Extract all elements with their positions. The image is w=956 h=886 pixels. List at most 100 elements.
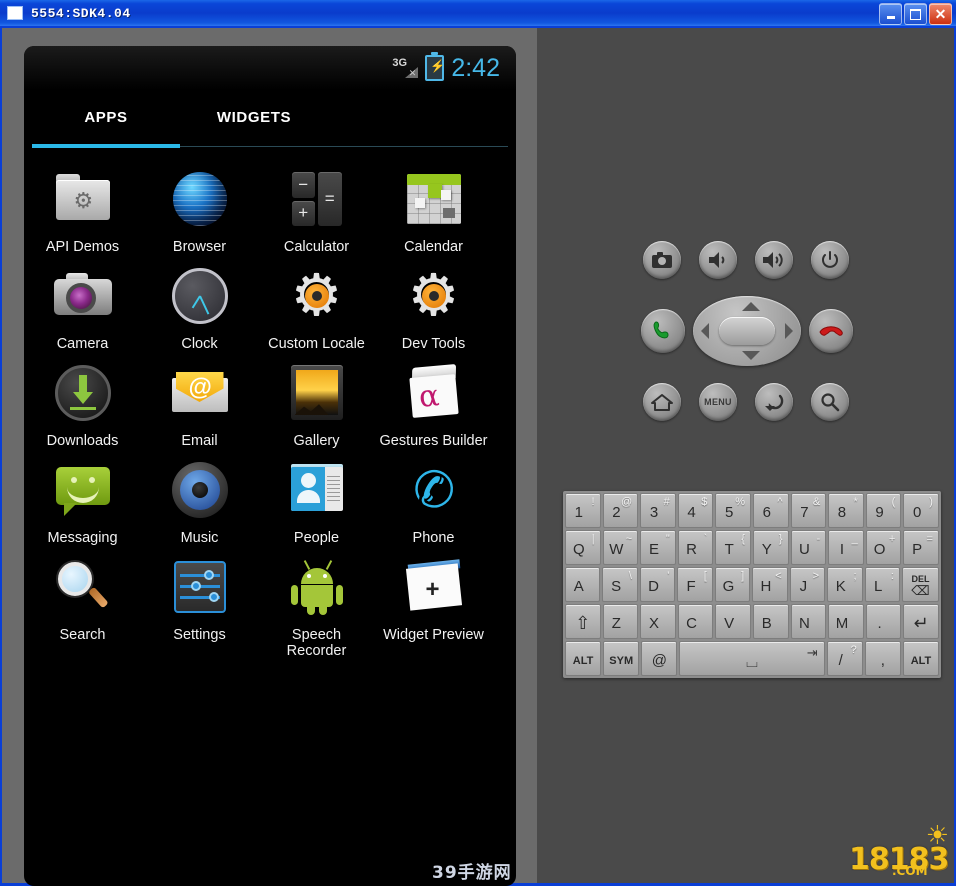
key-h[interactable]: H <: [752, 567, 788, 602]
key-delete[interactable]: DEL ⌫: [901, 567, 940, 602]
app-clock[interactable]: Clock: [141, 259, 258, 356]
key-8[interactable]: 8 *: [828, 493, 864, 528]
key-alt-right[interactable]: ALT: [902, 641, 940, 676]
key-6[interactable]: 6 ^: [752, 493, 789, 528]
tab-apps[interactable]: APPS: [32, 90, 180, 144]
app-widget-preview[interactable]: + Widget Preview: [375, 550, 492, 663]
key-k[interactable]: K;: [827, 567, 863, 602]
key-shift[interactable]: ⇧: [565, 604, 601, 639]
dpad-right-icon[interactable]: [785, 323, 793, 339]
key-s[interactable]: S \: [602, 567, 638, 602]
key-2[interactable]: 2 @: [602, 493, 639, 528]
app-email[interactable]: @ Email: [141, 356, 258, 453]
app-downloads[interactable]: Downloads: [24, 356, 141, 453]
app-calendar[interactable]: Calendar: [375, 162, 492, 259]
app-grid-row: Search Settings Speech Recorder + Widget…: [24, 550, 516, 663]
app-calculator[interactable]: − + = Calculator: [258, 162, 375, 259]
key-slash[interactable]: /?: [826, 641, 863, 676]
app-people[interactable]: People: [258, 453, 375, 550]
camera-button[interactable]: [643, 241, 681, 279]
power-button[interactable]: [811, 241, 849, 279]
key-sym[interactable]: SYM: [603, 641, 640, 676]
keyboard-row-home: A S \ D ' F[ G] H < J > K; L: DEL ⌫: [565, 567, 940, 602]
key-v[interactable]: V: [715, 604, 751, 639]
key-3[interactable]: 3 #: [640, 493, 676, 528]
key-a[interactable]: A: [565, 567, 601, 602]
app-dev-tools[interactable]: ⚙ Dev Tools: [375, 259, 492, 356]
key-t[interactable]: T{: [715, 530, 751, 565]
volume-down-button[interactable]: [699, 241, 737, 279]
app-music[interactable]: Music: [141, 453, 258, 550]
volume-up-button[interactable]: [755, 241, 793, 279]
app-custom-locale[interactable]: ⚙ Custom Locale: [258, 259, 375, 356]
key-l[interactable]: L:: [864, 567, 900, 602]
key-o[interactable]: O +: [865, 530, 902, 565]
close-icon: ✕: [934, 6, 947, 22]
phone-icon: ✆: [403, 459, 465, 521]
key-0[interactable]: 0): [903, 493, 939, 528]
key-p[interactable]: P =: [903, 530, 939, 565]
key-w[interactable]: W ~: [602, 530, 639, 565]
key-g[interactable]: G]: [714, 567, 751, 602]
key-enter[interactable]: ↵: [903, 604, 939, 639]
key-m[interactable]: M: [828, 604, 864, 639]
close-button[interactable]: ✕: [929, 3, 952, 25]
end-call-button[interactable]: [809, 309, 853, 353]
maximize-button[interactable]: [904, 3, 927, 25]
app-gestures-builder[interactable]: α Gestures Builder: [375, 356, 492, 453]
app-search[interactable]: Search: [24, 550, 141, 663]
key-f[interactable]: F[: [677, 567, 713, 602]
key-4[interactable]: 4 $: [677, 493, 714, 528]
key-sup: `: [703, 533, 708, 545]
app-api-demos[interactable]: ⚙ API Demos: [24, 162, 141, 259]
hardware-keyboard[interactable]: 1! 2 @ 3 # 4 $ 5% 6 ^ 7 & 8 * 9( 0) Q | W ~ E " R…: [563, 491, 941, 678]
minimize-button[interactable]: [879, 3, 902, 25]
key-i[interactable]: I _: [828, 530, 864, 565]
app-phone[interactable]: ✆ Phone: [375, 453, 492, 550]
key-c[interactable]: C: [677, 604, 714, 639]
key-d[interactable]: D ': [639, 567, 676, 602]
people-icon: [286, 459, 348, 521]
search-button[interactable]: [811, 383, 849, 421]
key-1[interactable]: 1!: [565, 493, 601, 528]
phone-screen[interactable]: 3G ✕ ⚡ 2:42 APPS WIDGETS ⚙ API Demos Bro…: [24, 46, 516, 886]
key-7[interactable]: 7 &: [790, 493, 827, 528]
dpad-left-icon[interactable]: [701, 323, 709, 339]
tab-widgets[interactable]: WIDGETS: [180, 90, 328, 144]
key-q[interactable]: Q |: [565, 530, 601, 565]
call-button[interactable]: [641, 309, 685, 353]
app-gallery[interactable]: Gallery: [258, 356, 375, 453]
key-n[interactable]: N: [790, 604, 827, 639]
gestures-builder-icon: α: [403, 362, 465, 424]
key-b[interactable]: B: [752, 604, 789, 639]
title-bar[interactable]: 5554:SDK4.04 ✕: [0, 0, 956, 26]
power-icon: [822, 251, 838, 268]
dpad-center-button[interactable]: [719, 317, 775, 345]
app-messaging[interactable]: Messaging: [24, 453, 141, 550]
key-space[interactable]: ⌴ ⇥: [679, 641, 825, 676]
key-at[interactable]: @: [641, 641, 678, 676]
app-speech-recorder[interactable]: Speech Recorder: [258, 550, 375, 663]
app-label: Calendar: [404, 239, 463, 255]
key-x[interactable]: X: [640, 604, 676, 639]
dpad-up-icon[interactable]: [742, 302, 760, 311]
home-button[interactable]: [643, 383, 681, 421]
app-settings[interactable]: Settings: [141, 550, 258, 663]
back-button[interactable]: [755, 383, 793, 421]
key-u[interactable]: U-: [790, 530, 827, 565]
key-e[interactable]: E ": [640, 530, 676, 565]
key-y[interactable]: Y}: [752, 530, 789, 565]
menu-button[interactable]: MENU: [699, 383, 737, 421]
key-alt-left[interactable]: ALT: [565, 641, 602, 676]
key-z[interactable]: Z: [602, 604, 639, 639]
key-r[interactable]: R `: [677, 530, 714, 565]
app-browser[interactable]: Browser: [141, 162, 258, 259]
key-9[interactable]: 9(: [865, 493, 902, 528]
app-camera[interactable]: Camera: [24, 259, 141, 356]
key-j[interactable]: J >: [789, 567, 826, 602]
key-comma[interactable]: ,: [864, 641, 901, 676]
key-5[interactable]: 5%: [715, 493, 751, 528]
dpad-down-icon[interactable]: [742, 351, 760, 360]
dpad[interactable]: [693, 296, 801, 366]
key-period[interactable]: .: [865, 604, 902, 639]
